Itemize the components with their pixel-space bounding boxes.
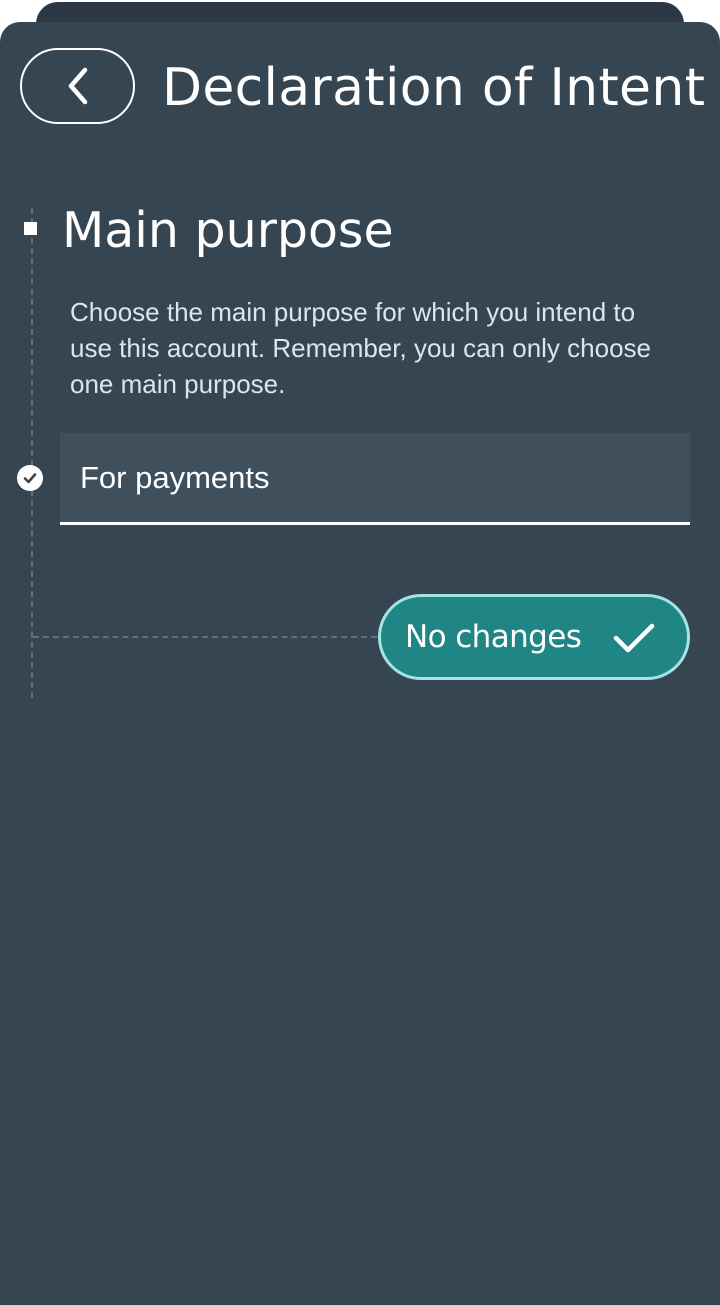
- timeline-branch: [33, 636, 377, 638]
- back-button[interactable]: [20, 48, 135, 124]
- section-description: Choose the main purpose for which you in…: [70, 297, 651, 399]
- section-title: Main purpose: [62, 202, 394, 259]
- section-marker: [24, 222, 37, 235]
- no-changes-button[interactable]: No changes: [378, 594, 690, 680]
- timeline-line: [31, 208, 33, 698]
- no-changes-label: No changes: [405, 619, 582, 655]
- declaration-sheet: Declaration of Intent Main purpose Choos…: [0, 22, 720, 1305]
- page-title: Declaration of Intent: [162, 58, 706, 118]
- purpose-select[interactable]: For payments: [60, 433, 690, 525]
- check-circle-icon: [17, 465, 43, 491]
- purpose-select-value: For payments: [80, 460, 270, 495]
- checkmark-icon: [613, 623, 655, 653]
- chevron-left-icon: [68, 67, 87, 105]
